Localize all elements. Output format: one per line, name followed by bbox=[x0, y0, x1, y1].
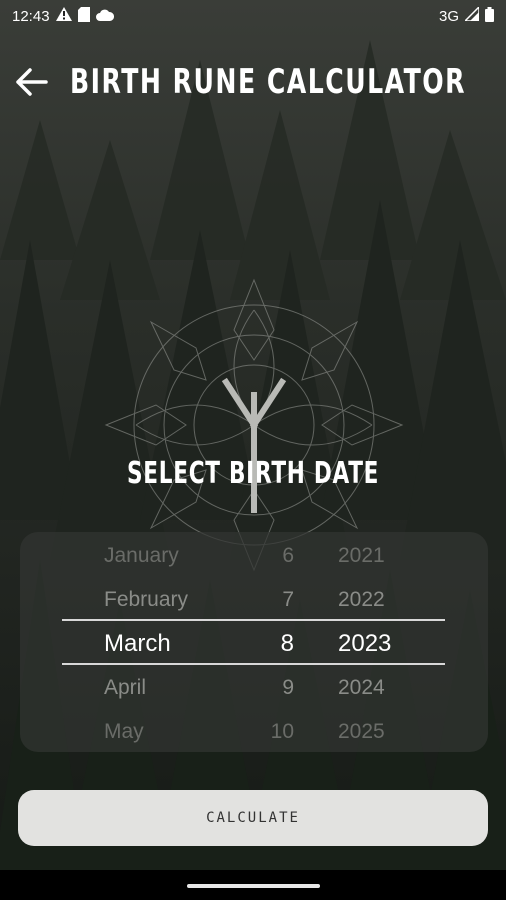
status-right: 3G bbox=[438, 5, 494, 26]
calculate-button-label: Calculate bbox=[206, 810, 300, 826]
day-option[interactable]: 7 bbox=[254, 588, 294, 612]
selected-day[interactable]: 8 bbox=[254, 630, 294, 658]
day-option[interactable]: 6 bbox=[254, 544, 294, 568]
month-option[interactable]: April bbox=[104, 676, 146, 700]
year-option[interactable]: 2025 bbox=[338, 720, 385, 744]
picker-divider-top bbox=[62, 619, 445, 621]
section-label: Select Birth Date bbox=[0, 456, 506, 491]
signal-icon bbox=[463, 5, 480, 25]
network-type: 3G bbox=[438, 7, 459, 25]
section-label-text: Select Birth Date bbox=[126, 456, 380, 491]
day-option[interactable]: 10 bbox=[254, 720, 294, 744]
cloud-icon bbox=[95, 8, 114, 25]
status-bar: 12:43 3G bbox=[0, 0, 506, 32]
back-button[interactable] bbox=[14, 62, 48, 102]
picker-row[interactable]: January 6 2021 bbox=[20, 534, 488, 578]
alert-icon bbox=[55, 7, 72, 25]
arrow-left-icon bbox=[16, 68, 48, 96]
picker-row-selected[interactable]: March 8 2023 bbox=[20, 622, 488, 666]
picker-row[interactable]: May 10 2025 bbox=[20, 710, 488, 754]
selected-year[interactable]: 2023 bbox=[338, 630, 391, 658]
home-indicator[interactable] bbox=[187, 884, 320, 888]
picker-row[interactable]: April 9 2024 bbox=[20, 666, 488, 710]
day-option[interactable]: 9 bbox=[254, 676, 294, 700]
month-option[interactable]: January bbox=[104, 544, 179, 568]
status-time: 12:43 bbox=[12, 7, 50, 25]
status-left: 12:43 bbox=[12, 6, 114, 26]
month-option[interactable]: May bbox=[104, 720, 144, 744]
app-bar: Birth Rune Calculator bbox=[0, 52, 506, 112]
picker-divider-bottom bbox=[62, 663, 445, 665]
page-title: Birth Rune Calculator bbox=[70, 62, 466, 102]
year-option[interactable]: 2022 bbox=[338, 588, 385, 612]
month-option[interactable]: February bbox=[104, 588, 188, 612]
year-option[interactable]: 2021 bbox=[338, 544, 385, 568]
calculate-button[interactable]: Calculate bbox=[18, 790, 488, 846]
date-picker[interactable]: January 6 2021 February 7 2022 March 8 2… bbox=[20, 532, 488, 752]
battery-icon bbox=[485, 6, 494, 26]
sd-card-icon bbox=[77, 6, 90, 26]
year-option[interactable]: 2024 bbox=[338, 676, 385, 700]
selected-month[interactable]: March bbox=[104, 630, 171, 658]
picker-row[interactable]: February 7 2022 bbox=[20, 578, 488, 622]
